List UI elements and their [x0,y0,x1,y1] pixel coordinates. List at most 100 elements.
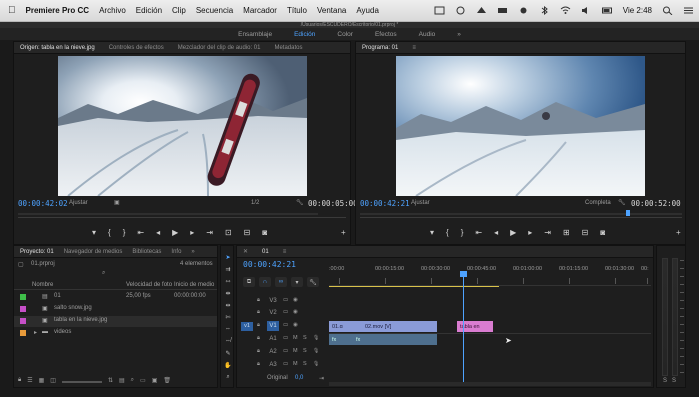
program-playhead-icon[interactable] [626,210,630,216]
search-icon[interactable] [662,6,673,15]
delete-icon[interactable]: 🗑︎ [163,377,171,384]
track-header-a2[interactable]: 🔒︎ A2 ▭ M S 🎙︎ [237,347,329,358]
project-more-button[interactable]: » [191,249,194,255]
meter-solo-right[interactable]: S [672,378,676,384]
program-go-to-out-icon[interactable]: ⇥ [544,228,551,237]
program-mark-out-icon[interactable]: } [461,228,464,237]
workspace-more-button[interactable]: » [457,31,461,38]
tab-info[interactable]: Info [171,249,181,255]
track-lock-icon[interactable]: 🔒︎ [257,335,260,342]
wrench-icon[interactable]: 🔧︎ [296,199,304,206]
a1-clip-01[interactable]: fx [329,334,353,345]
track-header-a3[interactable]: 🔒︎ A3 ▭ M S 🎙︎ [237,360,329,371]
track-name[interactable]: V3 [267,296,279,306]
program-timecode[interactable]: 00:00:42:21 [360,199,410,208]
workspace-edicion[interactable]: Edición [294,31,315,38]
timeline-timecode[interactable]: 00:00:42:21 [243,260,296,269]
lock-icon[interactable]: 🔒︎ [18,377,21,384]
timeline-ruler[interactable]: :00:00 00:00:15:00 00:00:30:00 00:00:45:00 0… [329,264,651,286]
tray-icon-5[interactable] [518,6,529,15]
apple-icon[interactable]:  [0,5,21,16]
automate-icon[interactable]: ▤ [119,377,125,384]
slide-tool-icon[interactable]: ⇎ [222,336,234,346]
program-step-back-icon[interactable]: ◂ [494,228,498,237]
project-row[interactable]: ▣ tabla en la nieve.jpg [14,316,217,327]
program-add-button[interactable]: + [676,228,681,237]
track-name[interactable]: V2 [267,308,279,318]
eye-icon[interactable]: ◉ [293,322,298,328]
list-view-icon[interactable]: ☰ [27,377,32,384]
rolling-edit-tool-icon[interactable]: ⇼ [222,288,234,298]
slip-tool-icon[interactable]: ⇔ [222,324,234,334]
source-patch-v1[interactable]: v1 [241,322,253,331]
master-go-to-end-icon[interactable]: ⇥ [319,375,324,382]
timeline-playhead-handle[interactable] [460,271,467,277]
track-header-master[interactable]: Original 0,0 ⇥ [237,374,329,385]
go-to-out-icon[interactable]: ⇥ [206,228,213,237]
project-row[interactable]: ▤ 01 25,00 fps 00:00:00:00 [14,292,217,303]
add-marker-icon[interactable]: ▾ [291,277,303,287]
timeline-scrollbar[interactable] [329,382,651,386]
workspace-ensamblaje[interactable]: Ensamblaje [238,31,272,38]
program-quality-select[interactable]: Completa [585,200,611,206]
source-add-button[interactable]: + [341,228,346,237]
icon-view-icon[interactable]: ▦ [39,377,45,384]
program-go-to-in-icon[interactable]: ⇤ [475,228,482,237]
freeform-view-icon[interactable]: ◫ [50,377,56,384]
new-item-icon[interactable]: ▣ [152,377,158,384]
col-fps[interactable]: Velocidad de foto [126,282,172,288]
eye-icon[interactable]: ◉ [293,297,298,303]
label-color-swatch[interactable] [20,294,26,300]
track-select-tool-icon[interactable]: ⇉ [222,264,234,274]
track-lock-icon[interactable]: 🔒︎ [257,361,260,368]
solo-button[interactable]: S [303,335,307,341]
menu-ventana[interactable]: Ventana [312,6,351,15]
label-color-swatch[interactable] [20,306,26,312]
program-scrub-bar[interactable] [360,210,682,218]
program-fit-select[interactable]: Ajustar [411,200,430,206]
tray-icon-3[interactable] [476,6,487,15]
workspace-color[interactable]: Color [337,31,353,38]
insert-icon[interactable]: ⊡ [225,228,232,237]
tray-icon-4[interactable] [497,6,508,15]
sync-lock-icon[interactable]: ▭ [283,322,288,328]
timeline-playhead[interactable] [463,272,464,382]
track-header-v2[interactable]: 🔒︎ V2 ▭ ◉ [237,308,329,319]
track-header-v1[interactable]: v1 🔒︎ V1 ▭ ◉ [237,321,329,332]
track-header-a1[interactable]: 🔒︎ A1 ▭ M S 🎙︎ [237,334,329,345]
col-media-start[interactable]: Inicio de medio [174,282,214,288]
sync-lock-icon[interactable]: ▭ [283,348,288,354]
track-lock-icon[interactable]: 🔒︎ [257,322,260,329]
list-icon[interactable] [683,6,694,15]
label-color-swatch[interactable] [20,330,26,336]
nest-icon[interactable]: ⧉ [243,277,255,287]
sort-icon[interactable]: ⇅ [108,377,113,384]
work-area-bar[interactable] [329,286,499,287]
program-step-forward-icon[interactable]: ▸ [528,228,532,237]
new-bin-search-icon[interactable]: ⌕ [102,270,105,277]
menu-archivo[interactable]: Archivo [94,6,131,15]
menu-marcador[interactable]: Marcador [238,6,282,15]
v1-clip-01[interactable]: 01.ɑ [329,321,359,332]
program-tab-menu-icon[interactable]: ≡ [412,45,416,51]
folder-expand-icon[interactable]: ▸ [34,329,37,336]
source-timecode[interactable]: 00:00:42:02 [18,199,68,208]
razor-tool-icon[interactable]: ✄ [222,312,234,322]
a1-clip-02[interactable]: fx [353,334,437,345]
zoom-slider[interactable] [61,380,102,383]
voiceover-mic-icon[interactable]: 🎙︎ [313,348,319,354]
app-menu[interactable]: Premiere Pro CC [21,6,95,15]
workspace-efectos[interactable]: Efectos [375,31,397,38]
meter-solo-left[interactable]: S [663,378,667,384]
tab-media-browser[interactable]: Navegador de medios [64,249,123,255]
sync-lock-icon[interactable]: ▭ [283,297,288,303]
tab-source[interactable]: Origen: tabla en la nieve.jpg [20,45,95,51]
tab-effect-controls[interactable]: Controles de efectos [109,45,164,51]
marker-icon[interactable]: ▾ [92,228,96,237]
track-lock-icon[interactable]: 🔒︎ [257,348,260,355]
selection-tool-icon[interactable]: ➤ [222,252,234,262]
ripple-edit-tool-icon[interactable]: ⇿ [222,276,234,286]
program-wrench-icon[interactable]: 🔧︎ [618,199,626,206]
menubar-clock[interactable]: Vie 2:48 [618,6,657,15]
lift-icon[interactable]: ⊞ [563,228,570,237]
